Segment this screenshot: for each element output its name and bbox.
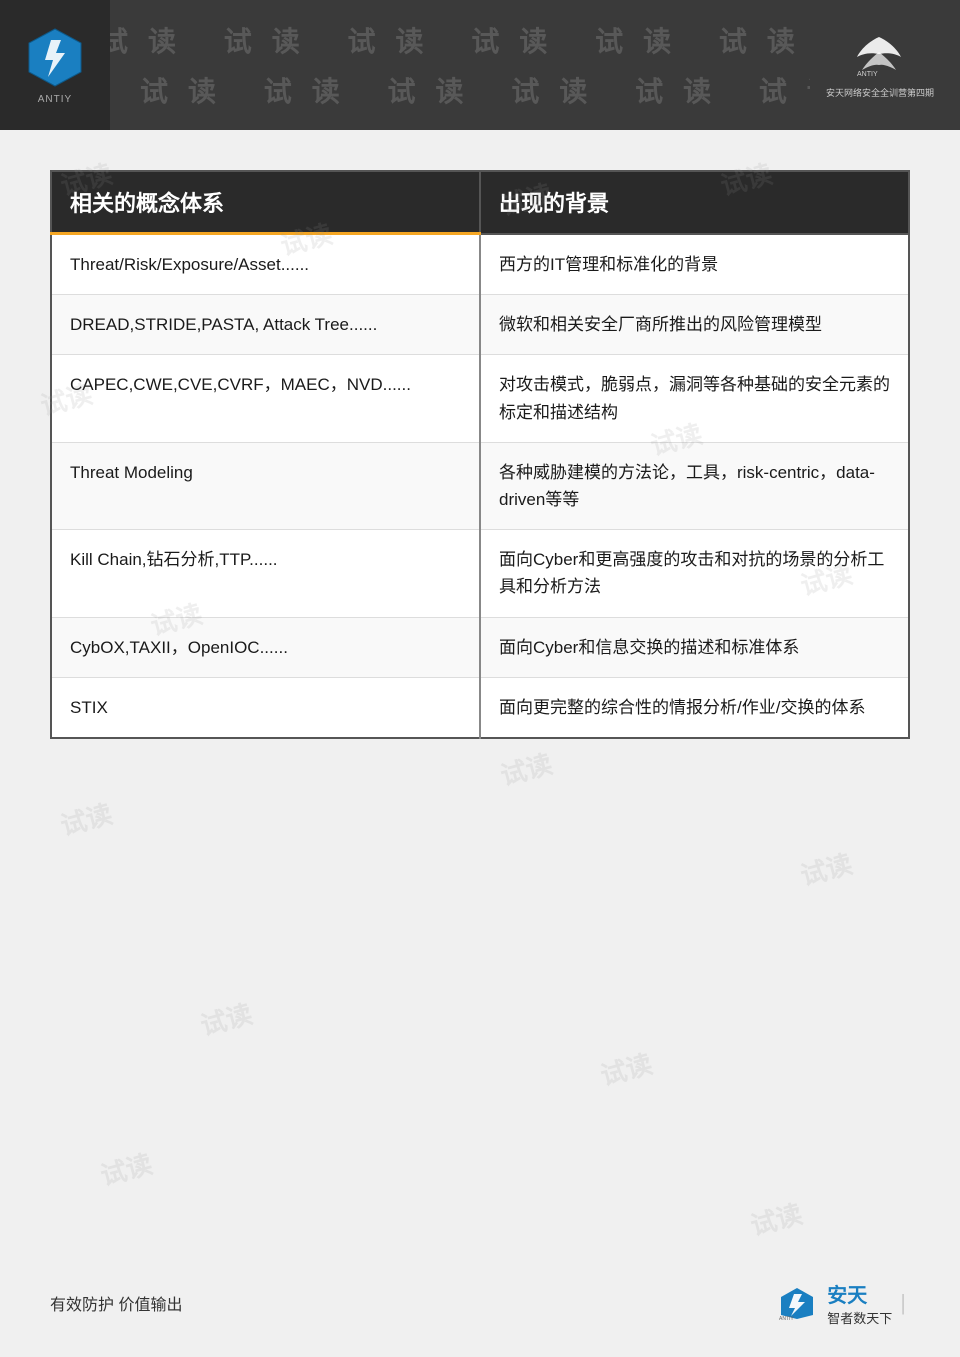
- header-watermark-2: 试读 试读 试读 试读 试读 试读 试读: [140, 70, 810, 110]
- footer: 有效防护 价值输出 ANTIY 安天 智者数天下 |: [0, 1279, 960, 1327]
- footer-logo-icon: ANTIY: [777, 1286, 817, 1321]
- svg-text:ANTIY: ANTIY: [779, 1316, 794, 1321]
- footer-logo-area: ANTIY 安天 智者数天下 |: [777, 1279, 910, 1327]
- header: ANTIY 试读 试读 试读 试读 试读 试读 试读 试读 试读 试读 试读 试…: [0, 0, 960, 130]
- col-header-right: 出现的背景: [480, 171, 909, 234]
- table-cell-left: CybOX,TAXII，OpenIOC......: [51, 617, 480, 677]
- table-cell-right: 各种威胁建模的方法论，工具，risk-centric，data-driven等等: [480, 442, 909, 529]
- table-cell-left: Threat Modeling: [51, 442, 480, 529]
- table-cell-left: CAPEC,CWE,CVE,CVRF，MAEC，NVD......: [51, 355, 480, 442]
- table-row: CAPEC,CWE,CVE,CVRF，MAEC，NVD......对攻击模式，脆…: [51, 355, 909, 442]
- main-table: 相关的概念体系 出现的背景 Threat/Risk/Exposure/Asset…: [50, 170, 910, 739]
- table-row: DREAD,STRIDE,PASTA, Attack Tree......微软和…: [51, 295, 909, 355]
- table-cell-left: DREAD,STRIDE,PASTA, Attack Tree......: [51, 295, 480, 355]
- logo-area: ANTIY: [0, 0, 110, 130]
- header-watermark-area: 试读 试读 试读 试读 试读 试读 试读 试读 试读 试读 试读 试读 试读 试…: [110, 0, 810, 130]
- table-cell-right: 对攻击模式，脆弱点，漏洞等各种基础的安全元素的标定和描述结构: [480, 355, 909, 442]
- table-row: Kill Chain,钻石分析,TTP......面向Cyber和更高强度的攻击…: [51, 530, 909, 617]
- table-row: STIX面向更完整的综合性的情报分析/作业/交换的体系: [51, 677, 909, 738]
- table-cell-right: 面向Cyber和更高强度的攻击和对抗的场景的分析工具和分析方法: [480, 530, 909, 617]
- table-cell-right: 面向Cyber和信息交换的描述和标准体系: [480, 617, 909, 677]
- footer-brand-slogan: 智者数天下: [827, 1308, 892, 1327]
- footer-logo: ANTIY 安天 智者数天下 |: [777, 1279, 910, 1327]
- table-header-row: 相关的概念体系 出现的背景: [51, 171, 909, 234]
- brand-logo-icon: ANTIY: [852, 32, 907, 77]
- header-brand-subtitle: 安天网络安全全训营第四期: [826, 86, 934, 99]
- table-row: Threat Modeling各种威胁建模的方法论，工具，risk-centri…: [51, 442, 909, 529]
- header-brand: ANTIY 安天网络安全全训营第四期: [810, 15, 950, 115]
- logo-label: ANTIY: [38, 94, 72, 105]
- table-cell-right: 西方的IT管理和标准化的背景: [480, 234, 909, 295]
- logo-hexagon: [23, 25, 88, 90]
- col-header-left: 相关的概念体系: [51, 171, 480, 234]
- table-row: CybOX,TAXII，OpenIOC......面向Cyber和信息交换的描述…: [51, 617, 909, 677]
- footer-brand-name: 安天: [827, 1279, 867, 1308]
- table-cell-left: STIX: [51, 677, 480, 738]
- table-row: Threat/Risk/Exposure/Asset......西方的IT管理和…: [51, 234, 909, 295]
- footer-tagline: 有效防护 价值输出: [50, 1291, 182, 1315]
- header-watermark-1: 试读 试读 试读 试读 试读 试读 试读 试读: [110, 20, 810, 60]
- table-cell-right: 面向更完整的综合性的情报分析/作业/交换的体系: [480, 677, 909, 738]
- table-cell-left: Threat/Risk/Exposure/Asset......: [51, 234, 480, 295]
- table-cell-left: Kill Chain,钻石分析,TTP......: [51, 530, 480, 617]
- main-content: 相关的概念体系 出现的背景 Threat/Risk/Exposure/Asset…: [0, 130, 960, 759]
- svg-text:ANTIY: ANTIY: [857, 71, 878, 77]
- table-cell-right: 微软和相关安全厂商所推出的风险管理模型: [480, 295, 909, 355]
